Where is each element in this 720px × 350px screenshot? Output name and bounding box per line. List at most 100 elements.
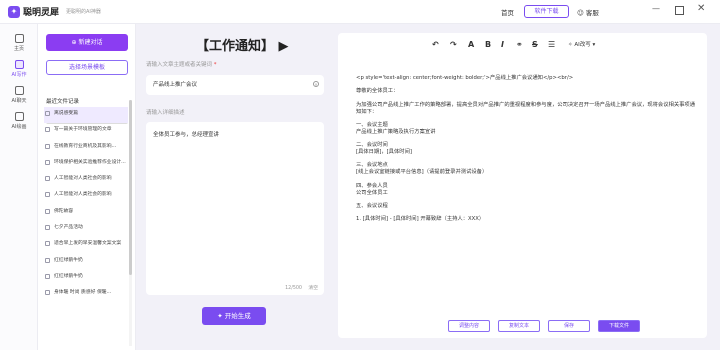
- ai-rewrite-label: AI改写: [574, 42, 591, 48]
- list-item[interactable]: 人工智能对人类社会的影响: [44, 188, 128, 204]
- rail-label: AI写作: [11, 72, 27, 78]
- bold-icon[interactable]: B: [485, 40, 491, 49]
- choose-template-button[interactable]: 选择场景模板: [46, 60, 128, 75]
- adjust-content-button[interactable]: 调整内容: [448, 320, 490, 332]
- rail-item-ai-painting[interactable]: AI绘画: [0, 112, 38, 130]
- generate-button[interactable]: ✦ 开始生成: [202, 307, 266, 325]
- list-item[interactable]: 身体暖 时尚 质感好 保暖...: [44, 286, 128, 302]
- chat-icon: [14, 86, 24, 95]
- doc-line: 四、参会人员 公司全体员工: [356, 182, 388, 196]
- rail-item-home[interactable]: 主页: [0, 34, 38, 52]
- list-item-label: 写一篇关于环境管理的文章: [54, 127, 112, 133]
- brand-name: 聪明灵犀: [23, 8, 60, 18]
- detail-label: 请输入详细描述: [146, 110, 185, 116]
- doc-line: 二、会议时间 [具体日期]，[具体时间]: [356, 142, 412, 156]
- history-list: 离说感受篇 写一篇关于环境管理的文章 在线教育行业商机及其影响... 环境保护相…: [44, 107, 128, 303]
- doc-line: 三、会议地点 [线上会议室链接或平台信息]（请提前登录并测试设备）: [356, 162, 488, 176]
- sparkle-icon: ✧: [568, 42, 573, 48]
- customer-service-link[interactable]: ☺ 客服: [577, 7, 599, 17]
- service-label: 客服: [585, 9, 599, 17]
- list-item[interactable]: 写一篇关于环境管理的文章: [44, 123, 128, 139]
- detail-value: 全体员工参与，总经理宣讲: [153, 132, 220, 138]
- list-item-label: 佛陀故容: [54, 208, 74, 214]
- nav-home-link[interactable]: 首页: [501, 7, 514, 17]
- minimize-icon[interactable]: —: [652, 4, 660, 13]
- document-icon: [45, 143, 50, 149]
- doc-line: 为加强公司产品线上推广工作的策略部署，提高全员对产品推广的重视程度和参与度，公司…: [356, 101, 696, 115]
- clear-text-button[interactable]: 清空: [308, 284, 318, 291]
- topic-input[interactable]: 产品线上推广会议 ×: [146, 75, 324, 95]
- topic-value: 产品线上推广会议: [153, 82, 198, 88]
- new-chat-label: 新建对话: [78, 39, 103, 46]
- rail-item-ai-writing[interactable]: AI写作: [0, 60, 38, 78]
- ai-rewrite-dropdown[interactable]: ✧ AI改写 ▾: [568, 40, 595, 48]
- list-item-label: 环境保护相关实验推荐作业设计...: [54, 159, 126, 165]
- document-icon: [45, 176, 50, 182]
- nav-rail: 主页 AI写作 AI聊天 AI绘画: [0, 24, 38, 350]
- list-item[interactable]: 佛陀故容: [44, 205, 128, 221]
- download-file-button[interactable]: 下载文件: [598, 320, 640, 332]
- copy-text-button[interactable]: 复制文本: [498, 320, 540, 332]
- doc-line: 尊敬的全体员工：: [356, 88, 399, 95]
- list-item[interactable]: 红红绿鹅牛奶: [44, 270, 128, 286]
- list-item[interactable]: 环境保护相关实验推荐作业设计...: [44, 156, 128, 172]
- doc-line: <p style='text-align: center;font-weight…: [356, 75, 574, 81]
- detail-textarea[interactable]: 全体员工参与，总经理宣讲 12/500 清空: [146, 122, 324, 295]
- document-icon: [45, 241, 50, 247]
- list-item[interactable]: 在线教育行业商机及其影响...: [44, 140, 128, 156]
- list-item[interactable]: 适合早上发的早安温馨文案文案: [44, 237, 128, 253]
- close-icon[interactable]: ✕: [697, 3, 705, 14]
- rail-label: AI绘画: [11, 124, 27, 130]
- history-scrollbar-thumb[interactable]: [129, 100, 132, 275]
- document-icon: [45, 111, 50, 116]
- redo-icon[interactable]: ↷: [450, 40, 457, 49]
- list-item[interactable]: 离说感受篇: [44, 107, 128, 124]
- maximize-icon[interactable]: [675, 6, 684, 15]
- app-logo-icon: ✦: [8, 6, 20, 18]
- char-counter: 12/500: [285, 286, 302, 291]
- rail-label: 主页: [13, 46, 24, 52]
- rail-item-ai-chat[interactable]: AI聊天: [0, 86, 38, 104]
- generate-label: 开始生成: [224, 312, 251, 320]
- list-icon[interactable]: ☰: [548, 40, 555, 49]
- italic-icon[interactable]: I: [501, 40, 504, 49]
- font-icon[interactable]: A: [468, 40, 474, 49]
- save-button[interactable]: 保存: [548, 320, 590, 332]
- list-item-label: 红红绿鹅牛奶: [54, 257, 83, 263]
- clear-icon[interactable]: ×: [313, 81, 319, 87]
- play-icon[interactable]: ▶: [279, 39, 289, 54]
- document-icon: [45, 257, 50, 263]
- pen-icon: [14, 60, 24, 69]
- list-item-label: 七夕产品活动: [54, 225, 83, 231]
- document-icon: [45, 127, 50, 133]
- doc-line: 1. [具体时间] - [具体时间] 开幕致辞（主持人：XXX）: [356, 216, 485, 223]
- editor-toolbar: ↶ ↷ A B I ⚭ S ☰ ✧ AI改写 ▾: [426, 37, 614, 55]
- list-item-label: 在线教育行业商机及其影响...: [54, 143, 117, 149]
- doc-line: 一、会议主题 产品线上推广策略及执行方案宣讲: [356, 121, 436, 135]
- rail-label: AI聊天: [11, 98, 27, 104]
- list-item[interactable]: 红红绿鹅牛奶: [44, 254, 128, 270]
- software-download-button[interactable]: 软件下载: [524, 5, 569, 18]
- generated-document[interactable]: <p style='text-align: center;font-weight…: [356, 75, 698, 230]
- document-actions: 调整内容 复制文本 保存 下载文件: [448, 320, 688, 333]
- strikethrough-icon[interactable]: S: [532, 40, 538, 49]
- list-item-label: 适合早上发的早安温馨文案文案: [54, 241, 122, 247]
- list-item-label: 红红绿鹅牛奶: [54, 273, 83, 279]
- topic-label-text: 请输入文章主题或者关键词: [146, 62, 213, 68]
- document-icon: [45, 290, 50, 296]
- list-item-label: 人工智能对人类社会的影响: [54, 192, 112, 198]
- title-text: 【工作通知】: [196, 39, 275, 54]
- document-icon: [45, 159, 50, 165]
- undo-icon[interactable]: ↶: [432, 40, 439, 49]
- link-icon[interactable]: ⚭: [516, 40, 523, 49]
- list-item[interactable]: 人工智能对人类社会的影响: [44, 172, 128, 188]
- topic-label: 请输入文章主题或者关键词 *: [146, 60, 217, 68]
- list-item[interactable]: 七夕产品活动: [44, 221, 128, 237]
- document-icon: [45, 273, 50, 279]
- brand-slogan: 更聪明的AI神器: [66, 9, 101, 15]
- list-item-label: 离说感受篇: [54, 111, 78, 116]
- doc-line: 五、会议议程: [356, 203, 388, 210]
- list-item-label: 人工智能对人类社会的影响: [54, 176, 112, 182]
- new-chat-button[interactable]: ⊕ 新建对话: [46, 34, 128, 51]
- document-icon: [45, 208, 50, 214]
